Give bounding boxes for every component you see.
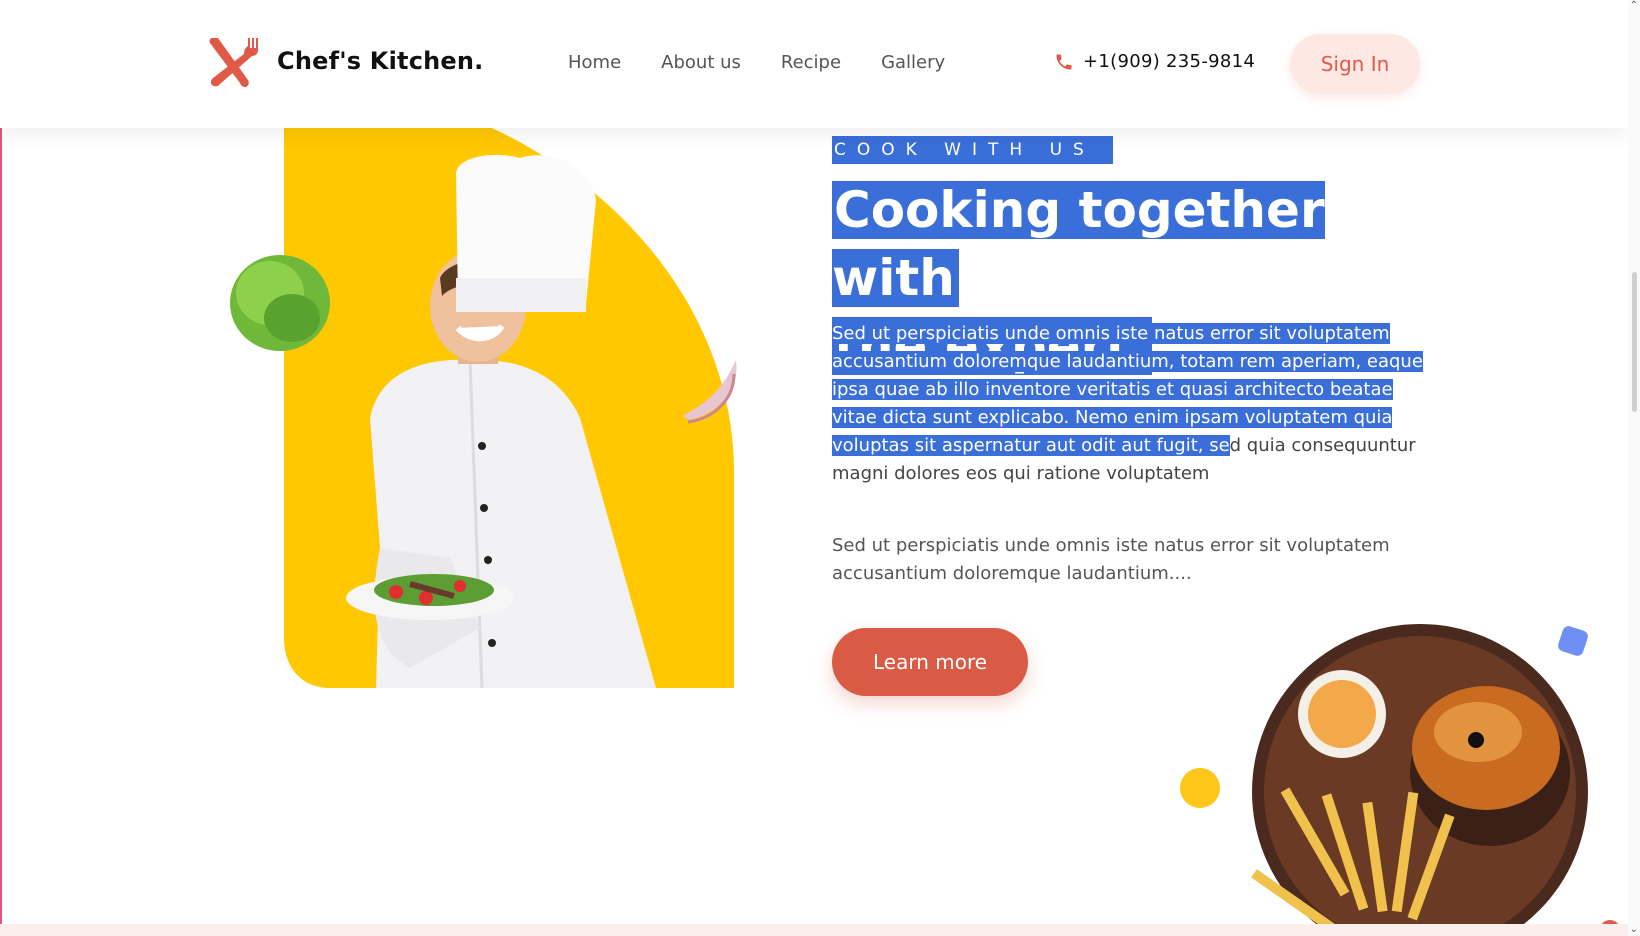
site-header: Chef's Kitchen. Home About us Recipe Gal… <box>0 0 1628 128</box>
brand-name[interactable]: Chef's Kitchen. <box>277 47 484 75</box>
learn-more-button[interactable]: Learn more <box>832 628 1028 696</box>
nav-item-home[interactable]: Home <box>568 52 621 73</box>
nav-item-about[interactable]: About us <box>661 52 741 73</box>
main-nav: Home About us Recipe Gallery <box>568 52 945 73</box>
scrollbar-thumb[interactable] <box>1632 272 1637 412</box>
scrollbar[interactable]: ⌃ ⌄ <box>1628 0 1640 936</box>
burger-plate-image <box>1251 624 1588 936</box>
section-eyebrow: COOK WITH US <box>832 136 1113 164</box>
nav-item-gallery[interactable]: Gallery <box>881 52 945 73</box>
page-left-edge <box>0 0 2 936</box>
yellow-dot-decoration <box>1180 768 1220 808</box>
hero-paragraph: Sed ut perspiciatis unde omnis iste natu… <box>832 320 1432 488</box>
phone-contact[interactable]: +1(909) 235-9814 <box>1054 51 1255 72</box>
lettuce-decoration <box>230 255 330 351</box>
next-section-edge <box>0 924 1628 936</box>
scroll-down-icon[interactable]: ⌄ <box>1630 924 1638 936</box>
hero-heading-line1: Cooking together with <box>832 181 1325 307</box>
nav-item-recipe[interactable]: Recipe <box>781 52 841 73</box>
scroll-up-icon[interactable]: ⌃ <box>1630 0 1638 12</box>
chef-hero-image <box>230 128 737 689</box>
phone-number: +1(909) 235-9814 <box>1083 51 1256 72</box>
phone-icon <box>1056 54 1072 69</box>
knife-fork-logo-icon[interactable] <box>204 34 262 92</box>
hero-subparagraph: Sed ut perspiciatis unde omnis iste natu… <box>832 535 1390 584</box>
sign-in-button[interactable]: Sign In <box>1290 34 1420 94</box>
